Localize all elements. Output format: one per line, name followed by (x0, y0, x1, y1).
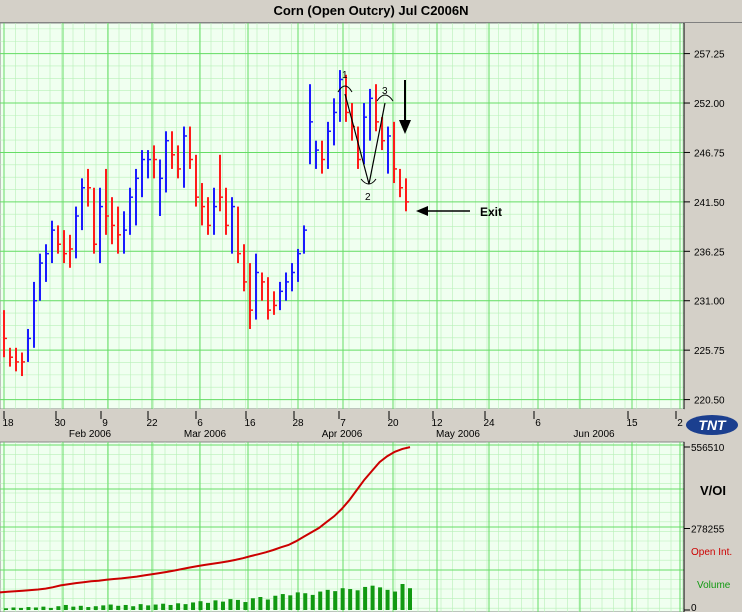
volume-bar (273, 595, 278, 610)
volume-bar (176, 603, 181, 610)
volume-bar (220, 601, 225, 610)
peak-3-label: 3 (382, 86, 388, 97)
volume-bar (48, 607, 53, 610)
x-month-label: Mar 2006 (184, 429, 227, 440)
volume-bar (41, 606, 46, 610)
x-day-label: 30 (54, 418, 66, 429)
tnt-logo-text: TNT (698, 417, 727, 433)
volume-bar (4, 608, 8, 610)
volume-bar (235, 599, 240, 610)
volume-bar (348, 589, 353, 610)
volume-bar (303, 593, 308, 610)
volume-bar (370, 585, 375, 610)
volume-bar (280, 594, 285, 610)
volume-bar (18, 607, 23, 610)
x-day-label: 24 (483, 418, 495, 429)
volume-bar (71, 606, 76, 610)
x-month-label: Feb 2006 (69, 429, 112, 440)
volume-label: Volume (697, 580, 731, 591)
volume-bar (86, 607, 91, 610)
volume-bar (385, 589, 390, 610)
volume-bar (116, 605, 121, 610)
volume-bar (363, 586, 368, 610)
volume-bar (393, 591, 398, 610)
volume-bar (146, 605, 151, 610)
open-int-label: Open Int. (691, 547, 732, 558)
x-month-label: Apr 2006 (322, 429, 363, 440)
y-tick-label: 241.50 (694, 198, 725, 209)
x-day-label: 7 (340, 418, 346, 429)
volume-bar (355, 590, 360, 610)
x-day-label: 18 (2, 418, 14, 429)
volume-bar (33, 607, 38, 610)
x-month-label: May 2006 (436, 429, 480, 440)
trough-2-label: 2 (365, 192, 371, 203)
volume-bar (56, 606, 61, 610)
volume-bar (250, 598, 255, 610)
x-day-label: 20 (387, 418, 399, 429)
y-tick-label: 225.75 (694, 346, 725, 357)
volume-bar (93, 606, 98, 610)
volume-bar (340, 588, 345, 610)
voi-tick-label: 278255 (691, 525, 725, 536)
volume-bar (138, 604, 143, 610)
x-day-label: 22 (146, 418, 158, 429)
x-day-label: 12 (431, 418, 443, 429)
voi-tick-label: 0 (691, 603, 697, 612)
volume-bar (26, 607, 31, 610)
volume-bar (265, 599, 270, 610)
x-day-label: 15 (626, 418, 638, 429)
x-day-label: 28 (292, 418, 304, 429)
volume-bar (131, 606, 136, 610)
y-tick-label: 246.75 (694, 148, 725, 159)
volume-bar (333, 591, 338, 610)
exit-label: Exit (480, 205, 502, 219)
tnt-logo: TNT (686, 415, 738, 435)
volume-bar (198, 601, 203, 610)
volume-bar (243, 602, 248, 610)
volume-bar (11, 607, 16, 610)
volume-bar (108, 604, 113, 610)
price-y-axis: 257.25 252.00 246.75 241.50 236.25 231.00 225.… (683, 23, 725, 409)
x-day-label: 16 (244, 418, 256, 429)
y-tick-label: 236.25 (694, 247, 725, 258)
volume-bar (78, 605, 83, 610)
y-tick-label: 252.00 (694, 99, 725, 110)
y-tick-label: 231.00 (694, 297, 725, 308)
voi-label: V/OI (700, 483, 726, 498)
chart-canvas: 1 3 2 Exit 257.25 252.00 246.75 241.50 236.2… (0, 22, 738, 612)
volume-bar (258, 597, 263, 610)
volume-bar (123, 604, 128, 610)
volume-bar (408, 588, 412, 610)
volume-bar (295, 592, 300, 610)
volume-bar (288, 595, 293, 610)
volume-bar (228, 599, 233, 610)
volume-bar (153, 604, 158, 610)
x-day-label: 6 (535, 418, 541, 429)
voi-tick-label: 556510 (691, 443, 725, 454)
y-tick-label: 257.25 (694, 50, 725, 61)
volume-bar (325, 589, 330, 610)
volume-bar (191, 602, 196, 610)
volume-bar (213, 600, 218, 610)
volume-bar (101, 605, 106, 610)
x-day-label: 9 (102, 418, 108, 429)
volume-bar (63, 604, 68, 610)
volume-bar (183, 604, 188, 610)
y-tick-label: 220.50 (694, 396, 725, 407)
volume-bar (318, 591, 323, 610)
x-day-label: 6 (197, 418, 203, 429)
volume-bar (310, 594, 315, 610)
volume-bar (161, 603, 166, 610)
x-month-label: Jun 2006 (573, 429, 615, 440)
x-day-label: 2 (677, 418, 683, 429)
volume-bar (168, 604, 173, 610)
volume-bar (400, 584, 405, 610)
volume-bar (378, 587, 383, 610)
peak-1-label: 1 (342, 70, 348, 81)
volume-bar (206, 602, 210, 610)
